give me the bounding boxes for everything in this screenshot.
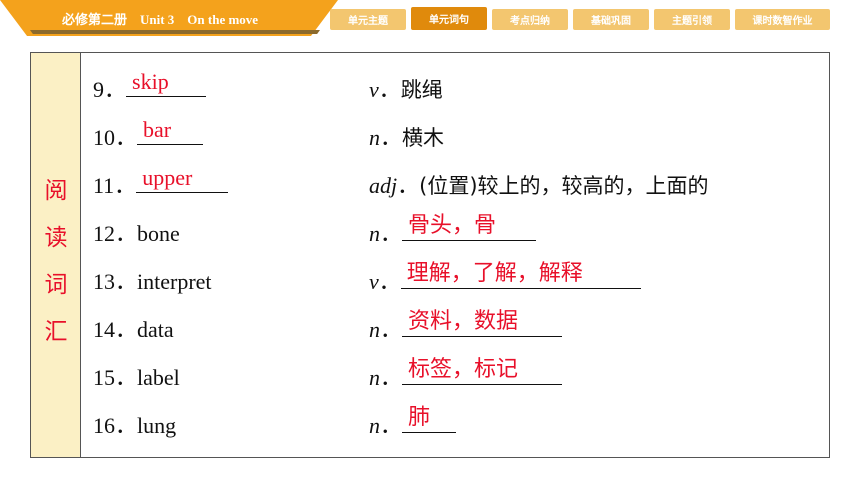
part-of-speech: n — [369, 413, 380, 438]
row-number: 11． — [93, 173, 137, 198]
answer-text: 肺 — [408, 405, 431, 430]
nav-button-homework[interactable]: 课时数智作业 — [735, 9, 830, 30]
table-row: 16．lung n．肺 — [31, 407, 831, 459]
answer-blank[interactable]: 骨头，骨 — [402, 215, 537, 241]
part-of-speech: n — [369, 125, 380, 150]
meaning-text: 横木 — [402, 126, 445, 150]
answer-text: upper — [142, 165, 193, 190]
answer-blank[interactable]: bar — [137, 119, 204, 145]
table-row: 12．bone n． 骨头，骨 — [31, 215, 831, 267]
meaning-text: 跳绳 — [400, 78, 443, 102]
answer-text: 理解，了解，解释 — [406, 261, 583, 286]
vocabulary-table: 阅 读 词 汇 9． skip v．跳绳 10． bar n．横木 11． upper… — [30, 52, 830, 458]
row-number: 14． — [93, 317, 138, 342]
word-text: lung — [137, 413, 177, 438]
table-row: 13．interpret v． 理解，了解，解释 — [31, 263, 831, 315]
word-text: bone — [137, 221, 180, 246]
answer-text: 骨头，骨 — [408, 213, 497, 238]
part-of-speech: v — [369, 269, 379, 294]
table-row: 10． bar n．横木 — [93, 117, 445, 151]
page-title: 必修第二册 Unit 3 On the move — [62, 12, 259, 27]
answer-text: 资料，数据 — [408, 309, 519, 334]
nav-button-key-points[interactable]: 考点归纳 — [492, 9, 568, 30]
answer-blank[interactable]: 标签，标记 — [402, 359, 563, 385]
top-bar: 必修第二册 Unit 3 On the move 单元主题 单元词句 考点归纳 … — [0, 0, 860, 36]
row-number: 12． — [93, 221, 138, 246]
part-of-speech: n — [369, 365, 380, 390]
answer-text: skip — [132, 69, 169, 94]
answer-text: 标签，标记 — [408, 357, 519, 382]
part-of-speech: n — [369, 317, 380, 342]
table-row: 11． upper adj．(位置)较上的，较高的，上面的 — [93, 165, 709, 199]
word-text: label — [137, 365, 180, 390]
part-of-speech: n — [369, 221, 380, 246]
table-row: 14．data n． 资料，数据 — [31, 311, 831, 363]
answer-blank[interactable]: 肺 — [402, 407, 457, 433]
nav-button-theme-guide[interactable]: 主题引领 — [654, 9, 730, 30]
title-tab-shadow — [30, 30, 320, 34]
part-of-speech: v — [369, 77, 379, 102]
word-text: interpret — [137, 269, 212, 294]
meaning-text: (位置)较上的，较高的，上面的 — [419, 174, 709, 198]
nav-button-unit-theme[interactable]: 单元主题 — [330, 9, 406, 30]
row-number: 9． — [93, 77, 127, 102]
nav-button-basic-practice[interactable]: 基础巩固 — [573, 9, 649, 30]
nav-button-unit-vocab[interactable]: 单元词句 — [411, 7, 487, 30]
answer-blank[interactable]: upper — [136, 167, 229, 193]
table-row: 9． skip v．跳绳 — [93, 69, 443, 103]
answer-blank[interactable]: skip — [126, 71, 207, 97]
answer-blank[interactable]: 理解，了解，解释 — [400, 263, 641, 289]
word-text: data — [137, 317, 174, 342]
part-of-speech: adj — [369, 173, 398, 198]
row-number: 10． — [93, 125, 138, 150]
row-number: 16． — [93, 413, 138, 438]
row-number: 13． — [93, 269, 138, 294]
answer-blank[interactable]: 资料，数据 — [402, 311, 563, 337]
table-row: 15．label n． 标签，标记 — [31, 359, 831, 411]
answer-text: bar — [143, 117, 172, 142]
row-number: 15． — [93, 365, 138, 390]
